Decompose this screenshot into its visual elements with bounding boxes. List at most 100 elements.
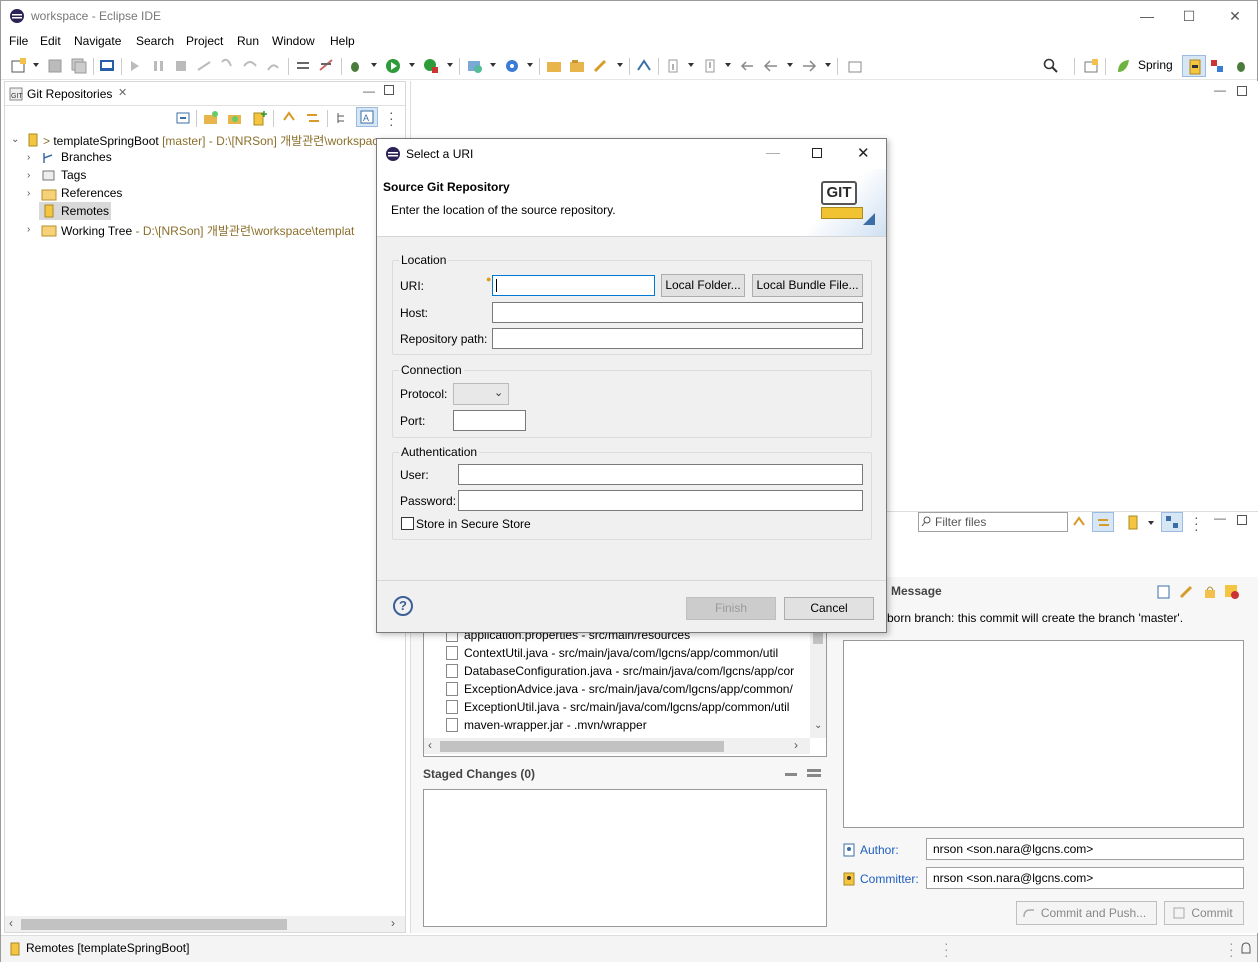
menu-navigate[interactable]: Navigate [74,34,121,48]
minimize-button[interactable]: — [1137,6,1157,26]
scroll-left-icon[interactable]: ‹ [9,916,13,930]
host-input[interactable] [492,302,863,323]
last-edit-icon[interactable] [739,58,755,74]
add-repo-icon[interactable] [203,110,219,126]
commit-and-push-button[interactable]: Commit and Push... [1016,901,1157,925]
spring-boot-icon[interactable] [504,58,520,74]
back-icon[interactable] [763,58,779,74]
scroll-right-icon[interactable]: › [391,916,395,930]
unstage-icon[interactable] [785,773,797,776]
step-return-icon[interactable] [265,58,281,74]
repository-dropdown-arrow[interactable] [1148,521,1154,525]
terminal-icon[interactable] [99,58,115,74]
commit-message-input[interactable] [843,640,1244,828]
maximize-button[interactable]: ☐ [1179,6,1199,26]
prev-annotation-arrow[interactable] [725,63,731,67]
pin-editor-icon[interactable] [847,58,863,74]
menu-edit[interactable]: Edit [40,34,61,48]
sign-commit-icon[interactable] [1202,584,1218,600]
unstage-all-icon[interactable] [807,769,821,777]
external-tools-icon[interactable] [423,58,439,74]
tree-item-references[interactable]: References [61,186,122,200]
link-with-selection-icon[interactable] [305,110,321,126]
clone-repo-icon[interactable] [227,110,243,126]
resume-icon[interactable] [127,58,143,74]
forward-dropdown-arrow[interactable] [825,63,831,67]
port-input[interactable] [453,410,526,431]
save-all-icon[interactable] [71,58,87,74]
new-spring-project-icon[interactable] [467,58,483,74]
step-over-icon[interactable] [242,58,258,74]
help-icon[interactable]: ? [393,596,413,616]
author-field[interactable]: nrson <son.nara@lgcns.com> [926,838,1244,860]
new-icon[interactable] [11,58,27,74]
dialog-close-icon[interactable]: ✕ [857,144,870,162]
run-icon[interactable] [385,58,401,74]
save-icon[interactable] [47,58,63,74]
secure-store-checkbox[interactable] [401,517,414,530]
tree-item-remotes[interactable]: Remotes [61,204,109,218]
menu-project[interactable]: Project [186,34,223,48]
new-dropdown-arrow[interactable] [33,63,39,67]
staging-refresh-icon[interactable] [1071,515,1087,531]
amend-icon[interactable] [1224,584,1240,600]
scroll-thumb[interactable] [440,741,724,752]
spring-perspective-label[interactable]: Spring [1138,58,1173,72]
run-dropdown-arrow[interactable] [409,63,415,67]
suspend-icon[interactable] [151,58,167,74]
chevron-right-icon[interactable]: › [27,188,30,199]
debug-icon[interactable] [347,58,363,74]
terminate-icon[interactable] [173,58,189,74]
list-item[interactable]: ExceptionAdvice.java - src/main/java/com… [446,682,793,696]
git-repositories-tab-title[interactable]: Git Repositories [27,87,112,101]
committer-label[interactable]: Committer: [860,872,919,886]
repository-path-input[interactable] [492,328,863,349]
staged-changes-list[interactable] [423,789,827,927]
open-perspective-icon[interactable] [1083,58,1099,74]
hierarchical-layout-icon[interactable] [335,110,351,126]
repo-node[interactable]: > templateSpringBoot [master] - D:\[NRSo… [43,132,378,149]
add-change-id-icon[interactable] [1179,584,1195,600]
toggle-breadcrumb-icon[interactable] [295,58,311,74]
refresh-icon[interactable] [281,110,297,126]
author-label[interactable]: Author: [860,843,899,857]
menu-help[interactable]: Help [330,34,355,48]
horizontal-scrollbar[interactable]: ‹ › [5,916,405,932]
collapse-all-icon[interactable] [175,110,191,126]
unstaged-vertical-scrollbar[interactable]: ⌄ [810,628,826,738]
view-maximize-icon[interactable] [384,85,394,95]
scroll-right-icon[interactable]: › [794,738,798,752]
unstaged-horizontal-scrollbar[interactable]: ‹ › [424,738,810,754]
step-into-icon[interactable] [219,58,235,74]
tree-item-working-tree[interactable]: Working Tree - D:\[NRSon] 개발관련\workspace… [61,222,354,239]
chevron-right-icon[interactable]: › [27,224,30,235]
debug-perspective-icon[interactable] [1233,58,1249,74]
tree-item-branches[interactable]: Branches [61,150,112,164]
debug-dropdown-arrow[interactable] [371,63,377,67]
link-selection-toggle[interactable] [1092,512,1114,532]
cancel-button[interactable]: Cancel [784,597,874,620]
annotation-icon[interactable] [636,58,652,74]
search-dropdown-arrow[interactable] [617,63,623,67]
create-repo-icon[interactable] [251,110,267,126]
git-perspective-button[interactable] [1182,55,1206,77]
scroll-down-icon[interactable]: ⌄ [814,720,822,731]
finish-button[interactable]: Finish [686,597,776,620]
view-minimize-icon[interactable]: — [363,84,375,98]
protocol-select[interactable]: ⌄ [453,383,509,405]
menu-search[interactable]: Search [136,34,174,48]
presentation-toggle[interactable] [1161,512,1183,532]
secure-store-label[interactable]: Store in Secure Store [416,517,531,531]
spring-perspective-icon[interactable] [1115,58,1131,74]
dialog-minimize-icon[interactable]: — [766,144,780,160]
committer-field[interactable]: nrson <son.nara@lgcns.com> [926,867,1244,889]
chevron-right-icon[interactable]: › [27,152,30,163]
repository-select-icon[interactable] [1127,515,1139,531]
view-menu-icon[interactable]: · · · [389,105,394,131]
back-dropdown-arrow[interactable] [787,63,793,67]
open-folder-icon[interactable] [569,58,585,74]
scroll-left-icon[interactable]: ‹ [428,738,432,752]
chevron-right-icon[interactable]: › [27,170,30,181]
menu-file[interactable]: File [9,34,28,48]
editor-maximize-icon[interactable] [1237,86,1247,96]
